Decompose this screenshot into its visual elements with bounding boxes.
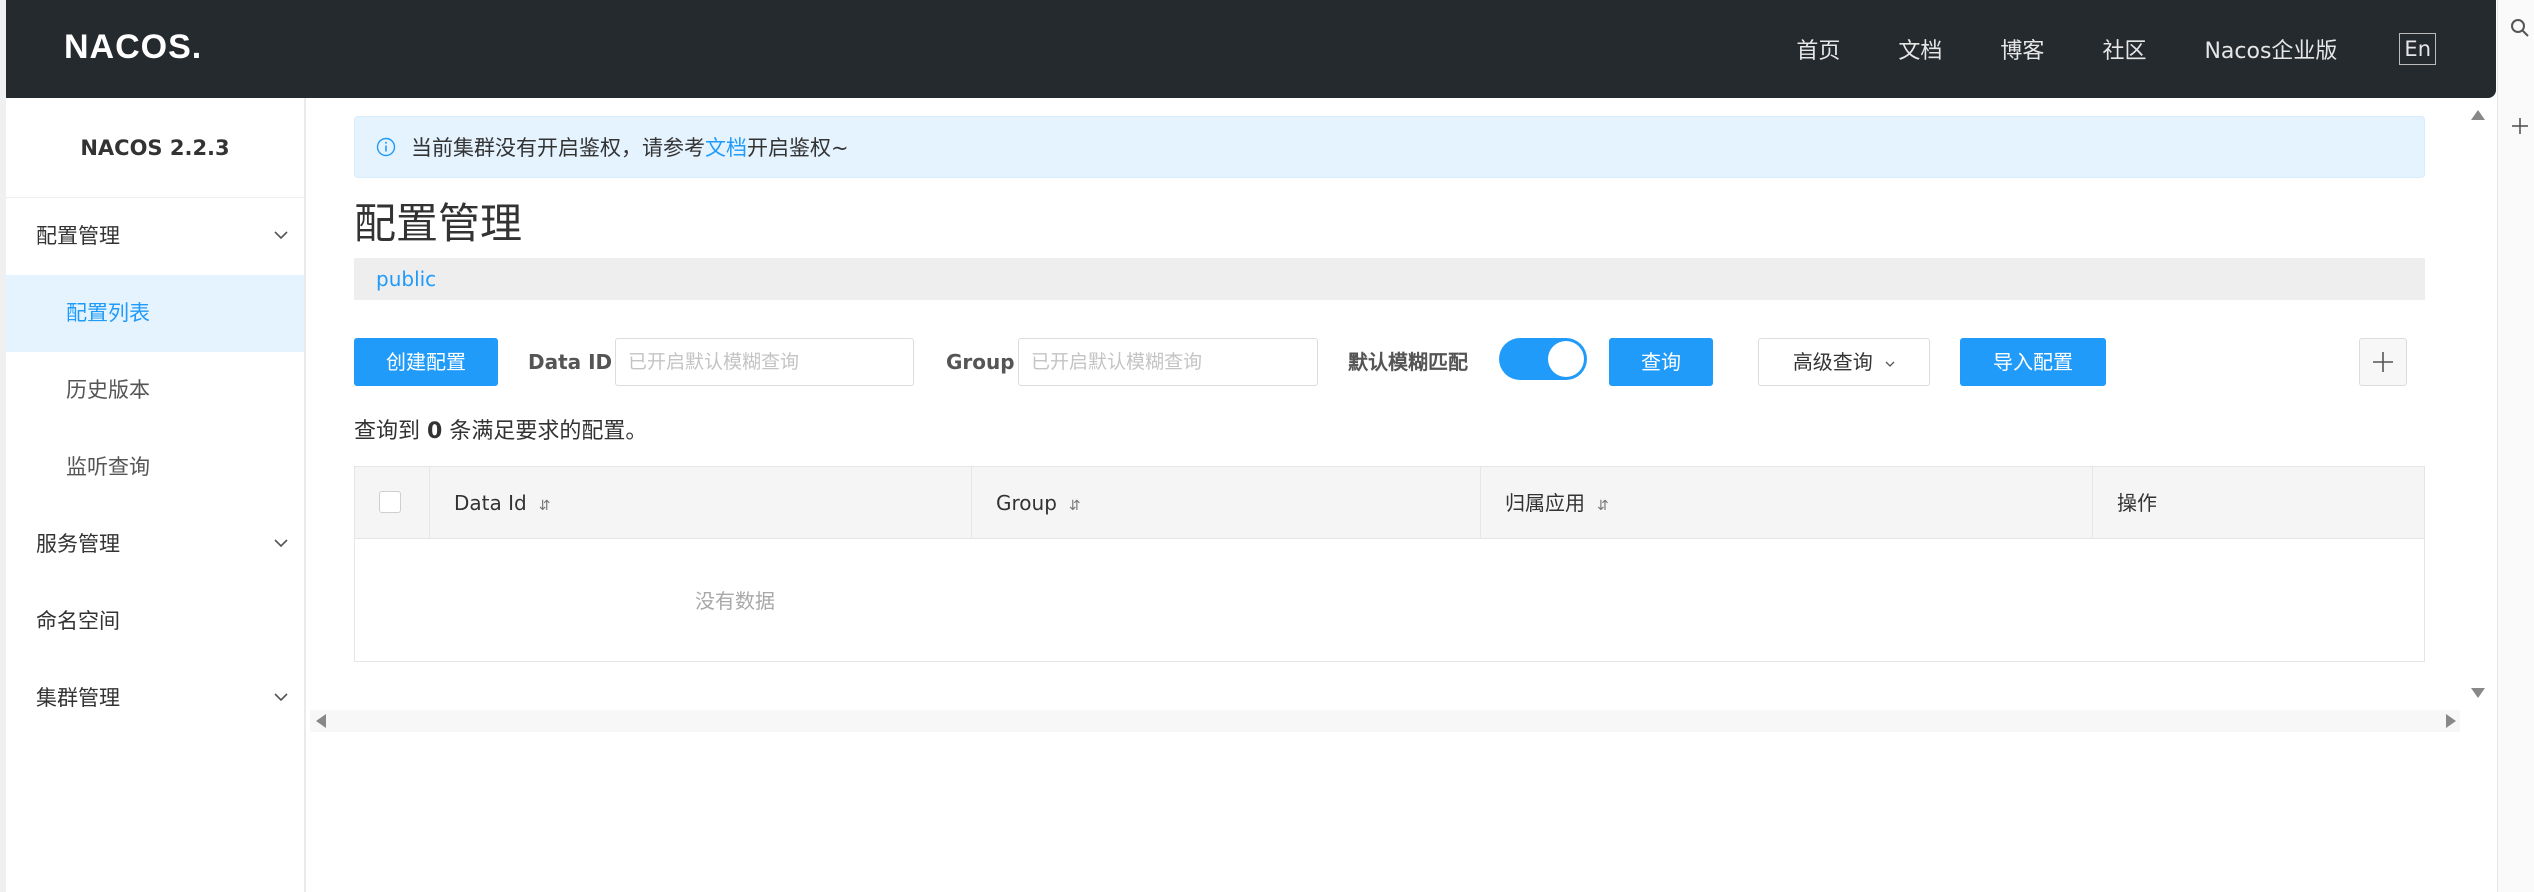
result-suffix: 条满足要求的配置。: [449, 419, 648, 444]
group-label: Group: [946, 350, 1015, 374]
column-actions: 操作: [2092, 467, 2424, 539]
toggle-knob: [1548, 341, 1584, 377]
alert-text-end: 开启鉴权~: [747, 136, 849, 160]
chevron-down-icon: [274, 693, 288, 702]
column-label: Data Id: [454, 491, 527, 515]
nav-blog[interactable]: 博客: [2000, 33, 2044, 65]
more-button[interactable]: [2359, 338, 2407, 386]
info-icon: [376, 137, 396, 157]
sidebar-item-listener-query[interactable]: 监听查询: [6, 429, 304, 506]
top-nav: 首页 文档 博客 社区 Nacos企业版 En: [1738, 30, 2436, 68]
sidebar: NACOS 2.2.3 配置管理 配置列表 历史版本 监听查询 服务管理 命名空…: [6, 98, 306, 892]
alert-docs-link[interactable]: 文档: [705, 132, 747, 162]
sidebar-group-cluster[interactable]: 集群管理: [6, 660, 304, 737]
group-input[interactable]: [1018, 338, 1318, 386]
advanced-query-label: 高级查询: [1792, 350, 1873, 374]
sort-icon: ⇵: [1597, 498, 1609, 514]
scroll-down-arrow[interactable]: [2471, 688, 2485, 698]
create-config-button[interactable]: 创建配置: [354, 338, 498, 386]
scroll-up-arrow[interactable]: [2471, 110, 2485, 120]
column-app[interactable]: 归属应用 ⇵: [1480, 467, 2092, 539]
nacos-logo[interactable]: NACOS.: [64, 27, 202, 67]
sidebar-group-label: 集群管理: [36, 686, 120, 710]
namespace-bar: public: [354, 258, 2425, 300]
config-table: Data Id ⇵ Group ⇵ 归属应用 ⇵ 操作 没有数据: [354, 466, 2425, 662]
column-data-id[interactable]: Data Id ⇵: [429, 467, 971, 539]
sidebar-group-service[interactable]: 服务管理: [6, 506, 304, 583]
query-toolbar: 创建配置 Data ID Group 默认模糊匹配 查询 高级查询 导入配置: [354, 338, 2425, 388]
sidebar-group-label: 服务管理: [36, 532, 120, 556]
query-button[interactable]: 查询: [1609, 338, 1713, 386]
namespace-public[interactable]: public: [376, 267, 436, 291]
import-config-button[interactable]: 导入配置: [1960, 338, 2106, 386]
data-id-label: Data ID: [528, 350, 613, 374]
auth-alert: 当前集群没有开启鉴权，请参考 文档 开启鉴权~: [354, 116, 2425, 178]
result-count: 0: [427, 419, 443, 444]
language-switch[interactable]: En: [2399, 33, 2436, 65]
nav-docs[interactable]: 文档: [1898, 33, 1942, 65]
plus-icon: [2373, 352, 2393, 372]
sidebar-group-label: 命名空间: [36, 609, 120, 633]
horizontal-scrollbar[interactable]: [310, 710, 2460, 732]
fuzzy-match-toggle[interactable]: [1499, 338, 1587, 380]
nav-community[interactable]: 社区: [2102, 33, 2146, 65]
sort-icon: ⇵: [1068, 498, 1081, 514]
page-title: 配置管理: [354, 199, 523, 248]
sidebar-item-history[interactable]: 历史版本: [6, 352, 304, 429]
data-id-input[interactable]: [615, 338, 914, 386]
table-header: Data Id ⇵ Group ⇵ 归属应用 ⇵ 操作: [355, 467, 2424, 539]
sidebar-item-config-list[interactable]: 配置列表: [6, 275, 304, 352]
scroll-left-arrow[interactable]: [316, 714, 326, 728]
chevron-down-icon: [274, 539, 288, 548]
sidebar-group-label: 配置管理: [36, 224, 120, 248]
browser-side-panel: [2497, 0, 2534, 892]
scroll-right-arrow[interactable]: [2446, 714, 2456, 728]
alert-text: 当前集群没有开启鉴权，请参考: [411, 136, 705, 160]
search-icon[interactable]: [2510, 18, 2530, 38]
query-result-summary: 查询到 0 条满足要求的配置。: [354, 413, 647, 445]
version-label: NACOS 2.2.3: [6, 98, 304, 198]
column-label: 归属应用: [1505, 491, 1585, 515]
column-label: Group: [996, 491, 1057, 515]
chevron-down-icon: [274, 231, 288, 240]
empty-state: 没有数据: [695, 589, 775, 613]
chevron-down-icon: [1885, 361, 1895, 367]
column-group[interactable]: Group ⇵: [971, 467, 1480, 539]
nav-enterprise[interactable]: Nacos企业版: [2204, 33, 2337, 65]
logo-text: NACOS.: [64, 27, 203, 66]
main-content: 当前集群没有开启鉴权，请参考 文档 开启鉴权~ 配置管理 public 创建配置 D…: [308, 98, 2488, 892]
select-all-checkbox[interactable]: [379, 491, 401, 513]
sidebar-group-config[interactable]: 配置管理: [6, 198, 304, 275]
top-header: NACOS. 首页 文档 博客 社区 Nacos企业版 En: [6, 0, 2496, 98]
sidebar-group-namespace[interactable]: 命名空间: [6, 583, 304, 660]
add-icon[interactable]: [2510, 116, 2530, 136]
sort-icon: ⇵: [538, 498, 551, 514]
nav-home[interactable]: 首页: [1796, 33, 1840, 65]
advanced-query-button[interactable]: 高级查询: [1758, 338, 1930, 386]
result-prefix: 查询到: [354, 419, 421, 444]
fuzzy-match-label: 默认模糊匹配: [1348, 350, 1468, 374]
column-label: 操作: [2117, 491, 2157, 515]
